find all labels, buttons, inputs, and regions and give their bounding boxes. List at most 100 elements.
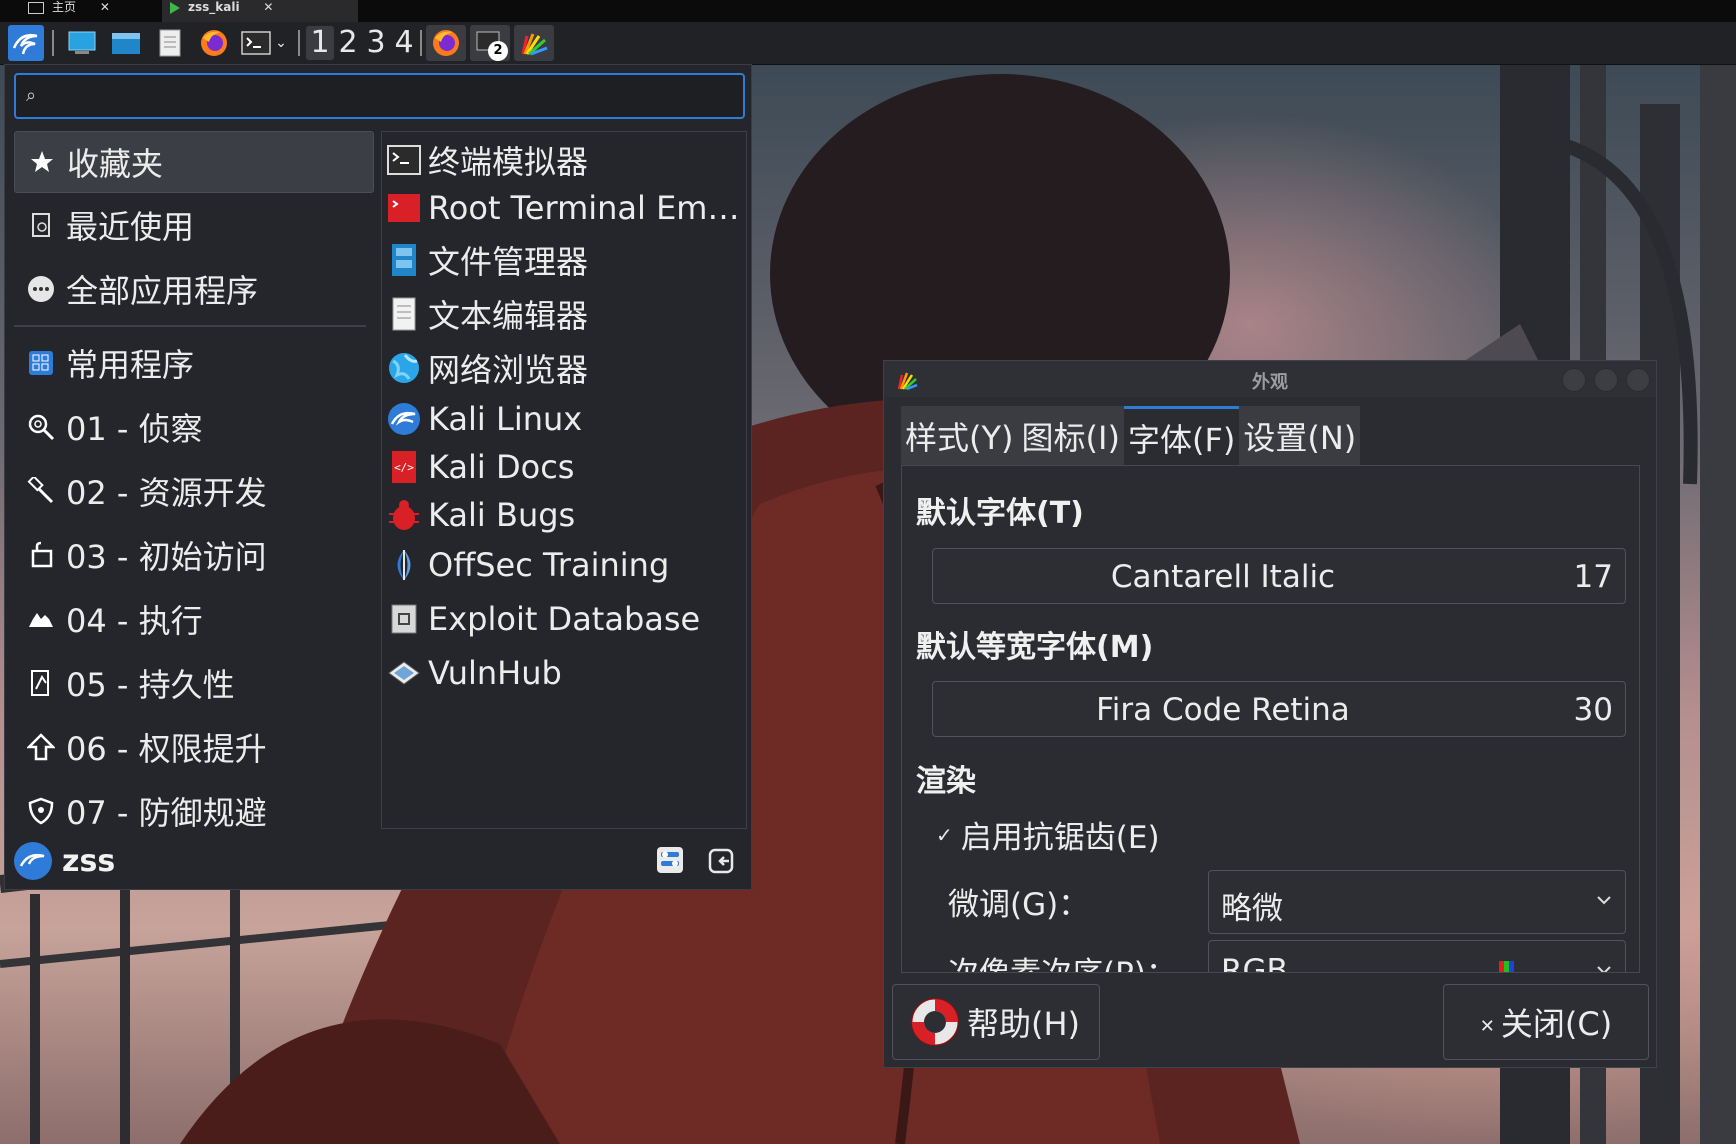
category-all-apps[interactable]: 全部应用程序 bbox=[14, 257, 374, 321]
workspace-2[interactable]: 2 bbox=[334, 26, 362, 60]
kali-dragon-icon bbox=[386, 401, 422, 437]
tab-icons[interactable]: 图标(I) bbox=[1017, 406, 1124, 466]
app-web-browser[interactable]: 网络浏览器 bbox=[382, 342, 746, 394]
workspace-3[interactable]: 3 bbox=[362, 26, 390, 60]
close-icon[interactable]: ✕ bbox=[100, 0, 110, 14]
category-usual[interactable]: 常用程序 bbox=[14, 331, 374, 395]
menu-search-box[interactable]: ⌕ bbox=[14, 73, 745, 119]
category-defense-evasion[interactable]: 07 - 防御规避 bbox=[14, 779, 374, 843]
logout-icon bbox=[708, 848, 734, 874]
app-kali-linux[interactable]: Kali Linux bbox=[382, 396, 746, 442]
show-desktop-button[interactable] bbox=[64, 25, 100, 61]
chevron-down-icon[interactable]: ⌄ bbox=[275, 35, 287, 51]
subpixel-select[interactable]: RGB bbox=[1208, 940, 1626, 973]
firefox-icon bbox=[201, 30, 227, 56]
app-offsec-training[interactable]: OffSec Training bbox=[382, 540, 746, 590]
category-recon[interactable]: 01 - 侦察 bbox=[14, 395, 374, 459]
dialog-tabs: 样式(Y) 图标(I) 字体(F) 设置(N) bbox=[901, 406, 1361, 466]
tab-settings[interactable]: 设置(N) bbox=[1239, 406, 1361, 466]
appearance-icon bbox=[521, 33, 548, 56]
close-icon: ✕ bbox=[1479, 1015, 1495, 1037]
text-editor-icon bbox=[159, 29, 181, 57]
host-tab-home[interactable]: 主页 ✕ bbox=[20, 0, 156, 22]
vm-icon bbox=[170, 1, 180, 14]
persistence-icon bbox=[26, 668, 56, 698]
top-panel: ⌄ 1 2 3 4 2 bbox=[0, 22, 1736, 65]
checkmark-icon: ✓ bbox=[936, 822, 953, 847]
default-font-name: Cantarell Italic bbox=[1110, 559, 1336, 595]
help-button-label: 帮助(H) bbox=[967, 1005, 1081, 1043]
home-icon bbox=[28, 1, 44, 14]
user-account[interactable]: zss bbox=[14, 841, 115, 881]
logout-button[interactable] bbox=[707, 847, 735, 875]
settings-manager-button[interactable] bbox=[655, 845, 685, 875]
kali-menu-icon bbox=[12, 34, 38, 55]
subpixel-value: RGB bbox=[1221, 953, 1288, 973]
app-vulnhub[interactable]: VulnHub bbox=[382, 648, 746, 698]
category-persistence[interactable]: 05 - 持久性 bbox=[14, 651, 374, 715]
category-privilege-escalation[interactable]: 06 - 权限提升 bbox=[14, 715, 374, 779]
app-kali-bugs[interactable]: Kali Bugs bbox=[382, 492, 746, 538]
category-execution[interactable]: 04 - 执行 bbox=[14, 587, 374, 651]
kali-menu-button[interactable] bbox=[8, 25, 44, 61]
category-favorites[interactable]: 收藏夹 bbox=[14, 131, 374, 193]
file-manager-icon bbox=[112, 33, 140, 54]
terminal-icon bbox=[386, 142, 422, 178]
all-apps-icon bbox=[26, 274, 56, 304]
help-button[interactable]: 帮助(H) bbox=[892, 984, 1100, 1060]
shield-icon bbox=[26, 796, 56, 826]
terminal-launcher[interactable]: ⌄ bbox=[238, 25, 290, 61]
search-input[interactable] bbox=[52, 79, 736, 115]
dialog-titlebar[interactable]: 外观 bbox=[884, 361, 1656, 397]
tab-fonts[interactable]: 字体(F) bbox=[1123, 406, 1240, 466]
category-resource-dev[interactable]: 02 - 资源开发 bbox=[14, 459, 374, 523]
fonts-page: 默认字体(T) Cantarell Italic 17 默认等宽字体(M) Fi… bbox=[901, 465, 1640, 973]
app-text-editor[interactable]: 文本编辑器 bbox=[382, 288, 746, 340]
firefox-launcher[interactable] bbox=[196, 25, 232, 61]
hinting-label: 微调(G)： bbox=[948, 887, 1090, 923]
task-terminal-group[interactable]: 2 bbox=[470, 25, 510, 61]
category-recent[interactable]: 最近使用 bbox=[14, 193, 374, 257]
recent-document-icon bbox=[26, 210, 56, 240]
default-font-button[interactable]: Cantarell Italic 17 bbox=[932, 548, 1626, 604]
file-manager-launcher[interactable] bbox=[108, 25, 144, 61]
close-icon[interactable]: ✕ bbox=[263, 0, 273, 14]
close-window-button[interactable] bbox=[1626, 368, 1650, 392]
application-list: 终端模拟器 Root Terminal Em… 文件管理器 文本编辑器 网络浏览… bbox=[381, 131, 747, 829]
task-appearance[interactable] bbox=[514, 25, 554, 61]
tab-style[interactable]: 样式(Y) bbox=[901, 406, 1018, 466]
subpixel-label: 次像素次序(P)： bbox=[948, 948, 1177, 972]
mono-font-button[interactable]: Fira Code Retina 30 bbox=[932, 681, 1626, 737]
maximize-button[interactable] bbox=[1594, 368, 1618, 392]
text-editor-icon bbox=[386, 296, 422, 332]
hinting-select[interactable]: 略微 bbox=[1208, 870, 1626, 934]
panel-separator bbox=[52, 30, 54, 56]
category-initial-access[interactable]: 03 - 初始访问 bbox=[14, 523, 374, 587]
app-root-terminal[interactable]: Root Terminal Em… bbox=[382, 184, 746, 232]
mono-font-name: Fira Code Retina bbox=[1096, 692, 1350, 728]
antialias-checkbox[interactable]: ✓ 启用抗锯齿(E) bbox=[936, 812, 1160, 857]
settings-icon bbox=[657, 847, 683, 873]
close-button[interactable]: ✕ 关闭(C) bbox=[1443, 984, 1649, 1060]
category-list: 收藏夹 最近使用 全部应用程序 常用程序 01 - 侦察 02 - 资源开发 0… bbox=[14, 131, 374, 843]
rgb-order-icon bbox=[1499, 961, 1514, 972]
workspace-4[interactable]: 4 bbox=[390, 26, 418, 60]
avatar bbox=[14, 842, 52, 880]
app-terminal-emulator[interactable]: 终端模拟器 bbox=[382, 136, 746, 184]
task-firefox[interactable] bbox=[426, 25, 466, 61]
hinting-value: 略微 bbox=[1221, 891, 1283, 927]
app-exploit-database[interactable]: Exploit Database bbox=[382, 594, 746, 644]
workspace-1[interactable]: 1 bbox=[306, 26, 334, 60]
access-icon bbox=[26, 540, 56, 570]
app-kali-docs[interactable]: </> Kali Docs bbox=[382, 444, 746, 490]
host-tab-vm[interactable]: zss_kali ✕ bbox=[162, 0, 358, 22]
terminal-icon bbox=[241, 31, 271, 55]
panel-separator bbox=[298, 30, 300, 56]
minimize-button[interactable] bbox=[1562, 368, 1586, 392]
text-editor-launcher[interactable] bbox=[152, 25, 188, 61]
host-tab-bar: 主页 ✕ zss_kali ✕ bbox=[0, 0, 1736, 22]
app-file-manager[interactable]: 文件管理器 bbox=[382, 234, 746, 286]
exploit-db-icon bbox=[386, 601, 422, 637]
hammer-icon bbox=[26, 476, 56, 506]
bug-icon bbox=[386, 497, 422, 533]
